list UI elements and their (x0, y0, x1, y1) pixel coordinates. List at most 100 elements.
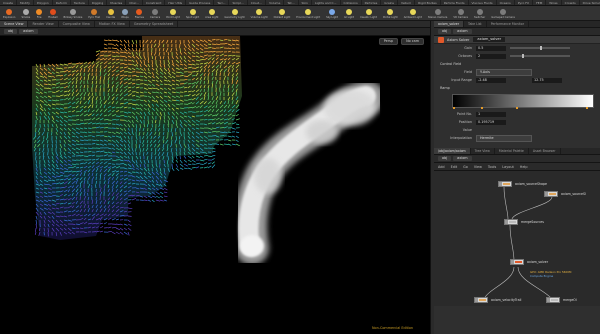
shelf-tab[interactable]: Grains (381, 0, 398, 5)
network-menu-item[interactable]: Edit (451, 165, 458, 169)
input-range-min-field[interactable]: -2.48 (476, 77, 506, 83)
param-slider[interactable] (510, 54, 570, 58)
node-source-sl[interactable]: axiom_sourceSl (544, 191, 586, 197)
param-path-node-chip[interactable]: axiom (453, 29, 472, 34)
shelf-tool-button[interactable]: Switcher (471, 6, 488, 21)
slider-knob[interactable] (522, 54, 524, 58)
path-node-chip[interactable]: axiom (19, 29, 38, 34)
shelf-tool-button[interactable]: Sky Light (323, 6, 341, 21)
viewport-tab[interactable]: Composite View (59, 21, 95, 27)
shelf-tool-button[interactable]: Camera (147, 6, 163, 21)
shelf-tab[interactable]: Char... (126, 0, 143, 5)
node-merge-sources[interactable]: mergeSources (504, 219, 544, 225)
shelf-tool-button[interactable]: Candle (103, 6, 118, 21)
ramp-knot[interactable] (481, 107, 483, 109)
shelf-tool-button[interactable]: Caustic Light (357, 6, 380, 21)
network-tab[interactable]: Tree View (471, 148, 495, 154)
shelf-tool-button[interactable]: Explosion (0, 6, 18, 21)
shelf-tab[interactable]: Deform (53, 0, 71, 5)
shelf-tab[interactable]: Rigging (89, 0, 108, 5)
node-velocity-trail[interactable]: axiom_velocityTrail (474, 297, 521, 303)
network-tab[interactable]: Material Palette (495, 148, 529, 154)
shelf-tab[interactable]: FEM (533, 0, 547, 5)
viewport-tab[interactable]: Geometry Spreadsheet (130, 21, 179, 27)
shelf-tool-button[interactable]: Wisps (118, 6, 132, 21)
shelf-tab[interactable]: Vellum (398, 0, 416, 5)
shelf-tab[interactable]: Volume (266, 0, 285, 5)
network-menu-item[interactable]: Tools (488, 165, 496, 169)
input-range-max-field[interactable]: 12.75 (532, 77, 562, 83)
ramp-knot[interactable] (516, 107, 518, 109)
shelf-tab[interactable]: Simpl... (229, 0, 248, 5)
position-field[interactable]: 0.195719 (476, 119, 506, 125)
network-menu-item[interactable]: View (474, 165, 482, 169)
shelf-tool-button[interactable]: Geometry Light (221, 6, 247, 21)
shelf-tool-button[interactable]: Flames (132, 6, 147, 21)
shelf-tab[interactable]: Skin (299, 0, 312, 5)
net-path-obj-chip[interactable]: obj (438, 156, 452, 161)
shelf-tab[interactable]: Collisions (341, 0, 362, 5)
node-axiom-solver[interactable]: axiom_solver (510, 259, 548, 265)
param-path-obj-chip[interactable]: obj (438, 29, 452, 34)
point-no-field[interactable]: 1 (476, 111, 506, 117)
shelf-tab[interactable]: Guide Process (186, 0, 215, 5)
shelf-tool-button[interactable]: Volume Light (248, 6, 271, 21)
net-path-node-chip[interactable]: axiom (453, 156, 472, 161)
shelf-tool-button[interactable]: Smoke (18, 6, 33, 21)
param-field[interactable]: 2 (476, 53, 506, 59)
shelf-tab[interactable]: Texture (71, 0, 89, 5)
ramp-knot[interactable] (586, 107, 588, 109)
shelf-tab[interactable]: Muscles (107, 0, 127, 5)
shelf-tool-button[interactable]: Portal Light (380, 6, 401, 21)
shelf-tab[interactable]: Wires (546, 0, 562, 5)
shelf-tab[interactable]: Crowds (562, 0, 580, 5)
shelf-tab[interactable]: Create (0, 0, 17, 5)
ramp-editor[interactable] (452, 94, 594, 109)
node-merge-out[interactable]: mergeOl (546, 297, 577, 303)
ramp-knot[interactable] (453, 107, 455, 109)
shelf-tool-button[interactable]: Distant Light (271, 6, 294, 21)
shelf-tab[interactable]: Tet... (284, 0, 299, 5)
shelf-tool-button[interactable]: Fireball (45, 6, 60, 21)
shelf-tab[interactable]: Modify (17, 0, 34, 5)
shelf-tab[interactable]: Rigid Bodies (415, 0, 441, 5)
shelf-tool-button[interactable]: Fire (33, 6, 45, 21)
shelf-tab[interactable]: Pyro FX (515, 0, 534, 5)
network-editor[interactable]: axiom_sourceShape axiom_sourceSl mergeSo… (434, 171, 600, 306)
network-tab[interactable]: /obj/axiom/axiom (434, 148, 471, 154)
camera-menu-button[interactable]: No cam (401, 37, 424, 45)
shelf-tab[interactable]: Particle Fluids (441, 0, 469, 5)
param-slider[interactable] (510, 46, 570, 50)
node-name-field[interactable]: axiom_solver (473, 37, 506, 42)
shelf-tool-button[interactable]: Pyro Trail (85, 6, 103, 21)
shelf-tab[interactable]: Particles (362, 0, 382, 5)
slider-knob[interactable] (540, 46, 542, 50)
shelf-tab[interactable]: Terr... (214, 0, 230, 5)
network-menu-item[interactable]: Layout (502, 165, 514, 169)
node-source-shape[interactable]: axiom_sourceShape (498, 181, 547, 187)
persp-menu-button[interactable]: Persp (378, 37, 399, 45)
shelf-tab[interactable]: Drive Simulation (580, 0, 600, 5)
shelf-tool-button[interactable]: Billowy Smoke (61, 6, 86, 21)
shelf-tool-button[interactable]: Stereo Camera (425, 6, 450, 21)
parameter-tab[interactable]: axiom_solver (434, 21, 465, 27)
shelf-tool-button[interactable]: Point Light (163, 6, 183, 21)
parameter-tab[interactable]: Take List (464, 21, 487, 27)
shelf-tool-button[interactable]: GI Light (341, 6, 357, 21)
scene-viewport[interactable] (0, 36, 430, 334)
shelf-tab[interactable]: Lights and C... (312, 0, 341, 5)
shelf-tab[interactable]: Constraint (143, 0, 166, 5)
network-menu-item[interactable]: Go (463, 165, 468, 169)
network-menu-item[interactable]: Add (438, 165, 445, 169)
shelf-tab[interactable]: Polygon (34, 0, 53, 5)
interpolation-dropdown[interactable]: Hermite (476, 134, 532, 142)
network-tab[interactable]: Asset Browser (529, 148, 561, 154)
shelf-tab[interactable]: Viscous Fluids (469, 0, 497, 5)
viewport-tab[interactable]: Motion FX View (95, 21, 130, 27)
shelf-tool-button[interactable]: Spot Light (183, 6, 202, 21)
viewport-tab[interactable]: Scene View (0, 21, 29, 27)
viewport-tab[interactable]: Render View (28, 21, 59, 27)
path-obj-chip[interactable]: obj (4, 29, 18, 34)
shelf-tool-button[interactable]: Area Light (202, 6, 221, 21)
shelf-tab[interactable]: Oceans (497, 0, 515, 5)
